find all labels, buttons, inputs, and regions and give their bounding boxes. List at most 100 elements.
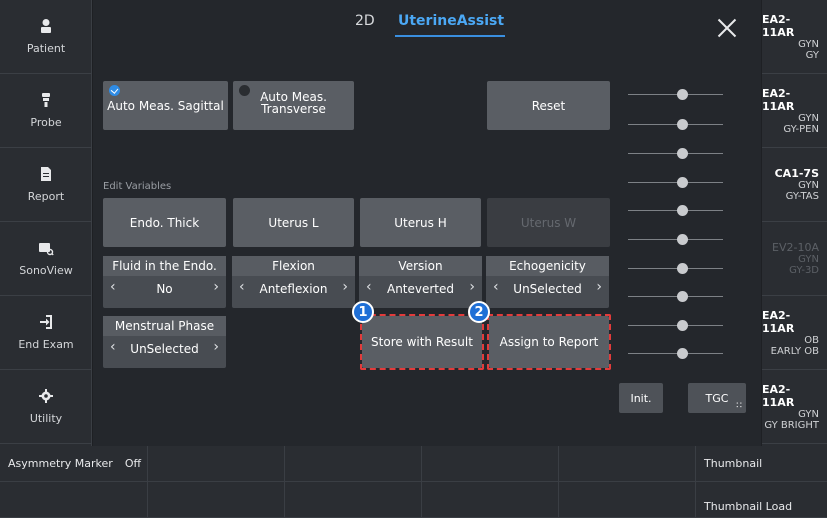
sidebar-item-label: Patient	[26, 42, 66, 55]
tgc-slider-knob[interactable]	[677, 89, 688, 100]
sidebar-item-sonoview[interactable]: SonoView	[0, 222, 92, 296]
softkey-empty[interactable]	[559, 482, 696, 518]
selector-title: Flexion	[232, 256, 355, 276]
tgc-slider-knob[interactable]	[677, 205, 688, 216]
active-tab-underline	[395, 35, 505, 37]
tgc-slider-knob[interactable]	[677, 291, 688, 302]
probe-app: GYN	[798, 38, 819, 50]
tgc-slider-knob[interactable]	[677, 263, 688, 274]
probe-name: CA1-7S	[774, 167, 819, 180]
softkey-empty[interactable]	[285, 482, 422, 518]
tgc-slider-track	[628, 124, 723, 125]
button-label: Init.	[630, 391, 652, 405]
uterus-h-button[interactable]: Uterus H	[360, 198, 481, 247]
probe-icon	[42, 93, 50, 107]
tgc-slider-track	[628, 153, 723, 154]
tgc-button[interactable]: TGC ∷	[688, 383, 746, 413]
checkbox-checked-icon	[109, 85, 120, 96]
probe-name: EA2-11AR	[762, 382, 795, 409]
sidebar-item-probe[interactable]: Probe	[0, 74, 92, 148]
tgc-slider-knob[interactable]	[677, 348, 688, 359]
tgc-slider-knob[interactable]	[677, 119, 688, 130]
asymmetry-marker-softkey[interactable]: Asymmetry Marker Off	[0, 446, 148, 482]
button-label: Auto Meas. Sagittal	[107, 98, 224, 113]
probe-preset: GY BRIGHT	[764, 419, 819, 431]
reset-button[interactable]: Reset	[487, 81, 610, 130]
probe-name: EA2-11AR	[762, 86, 795, 113]
tgc-slider-track	[628, 210, 723, 211]
tgc-slider-track	[628, 239, 723, 240]
probe-app: GYN	[798, 254, 819, 265]
selector-title: Fluid in the Endo.	[103, 256, 226, 276]
selector-value: Anteverted	[386, 282, 455, 296]
probe-preset-item[interactable]: EA2-11AR GYN GY	[762, 0, 827, 74]
softkey-empty[interactable]	[422, 446, 559, 482]
tab-2d[interactable]: 2D	[355, 13, 375, 29]
uterus-l-button[interactable]: Uterus L	[233, 198, 354, 247]
tgc-slider-knob[interactable]	[677, 320, 688, 331]
sidebar-item-report[interactable]: Report	[0, 148, 92, 222]
tgc-slider-knob[interactable]	[677, 177, 688, 188]
button-label: TGC	[705, 391, 729, 405]
probe-preset: GY-PEN	[783, 123, 819, 135]
probe-preset-item[interactable]: EA2-11AR GYN GY BRIGHT	[762, 370, 827, 444]
fluid-in-endo-selector[interactable]: Fluid in the Endo. ‹ No ›	[103, 256, 226, 308]
tab-uterine-assist[interactable]: UterineAssist	[398, 13, 504, 29]
init-button[interactable]: Init.	[619, 383, 663, 413]
softkey-label: Thumbnail Load	[704, 500, 793, 513]
tgc-slider-knob[interactable]	[677, 234, 688, 245]
probe-app: OB	[804, 334, 819, 346]
step-badge-1: 1	[352, 301, 374, 323]
menstrual-phase-selector[interactable]: Menstrual Phase ‹ UnSelected ›	[103, 316, 226, 368]
sidebar-item-end-exam[interactable]: End Exam	[0, 296, 92, 370]
selector-value: UnSelected	[130, 342, 199, 356]
highlight-frame	[487, 314, 611, 370]
sidebar-item-label: End Exam	[18, 338, 74, 351]
selector-title: Menstrual Phase	[103, 316, 226, 336]
sidebar-item-patient[interactable]: Patient	[0, 0, 92, 74]
chevron-right-icon[interactable]: ›	[469, 279, 475, 295]
title-bar: 2D UterineAssist	[93, 0, 761, 40]
softkey-empty[interactable]	[148, 482, 285, 518]
chevron-right-icon[interactable]: ›	[213, 339, 219, 355]
probe-name: EA2-11AR	[762, 12, 795, 39]
probe-preset-item[interactable]: CA1-7S GYN GY-TAS	[762, 148, 827, 222]
softkey-empty[interactable]	[0, 482, 148, 518]
probe-preset: GY-3D	[789, 265, 819, 276]
version-selector[interactable]: Version ‹ Anteverted ›	[359, 256, 482, 308]
sonoview-icon	[39, 243, 54, 256]
probe-preset: EARLY OB	[770, 345, 819, 357]
chevron-right-icon[interactable]: ›	[596, 279, 602, 295]
button-label: Reset	[531, 98, 566, 113]
echogenicity-selector[interactable]: Echogenicity ‹ UnSelected ›	[486, 256, 609, 308]
tgc-slider-track	[628, 325, 723, 326]
probe-preset-item[interactable]: EA2-11AR OB EARLY OB	[762, 296, 827, 370]
probe-preset-item[interactable]: EA2-11AR GYN GY-PEN	[762, 74, 827, 148]
selector-value: No	[156, 282, 173, 296]
thumbnail-load-softkey[interactable]: Thumbnail Load	[696, 482, 827, 518]
close-icon[interactable]	[717, 18, 737, 38]
tgc-slider-knob[interactable]	[677, 148, 688, 159]
probe-app: GYN	[798, 180, 819, 191]
softkey-value: Off	[124, 457, 142, 470]
flexion-selector[interactable]: Flexion ‹ Anteflexion ›	[232, 256, 355, 308]
softkey-empty[interactable]	[422, 482, 559, 518]
tgc-slider-track	[628, 268, 723, 269]
sidebar-item-label: Report	[27, 190, 65, 203]
endo-thick-button[interactable]: Endo. Thick	[103, 198, 226, 247]
sidebar-item-label: Probe	[30, 116, 62, 129]
auto-meas-transverse-button[interactable]: Auto Meas. Transverse	[233, 81, 354, 130]
probe-app: GYN	[798, 408, 819, 420]
auto-meas-sagittal-button[interactable]: Auto Meas. Sagittal	[103, 81, 228, 130]
thumbnail-softkey[interactable]: Thumbnail	[696, 446, 827, 482]
chevron-right-icon[interactable]: ›	[342, 279, 348, 295]
uterine-assist-panel: 2D UterineAssist Auto Meas. Sagittal Aut…	[93, 0, 761, 446]
softkey-empty[interactable]	[148, 446, 285, 482]
sidebar-item-utility[interactable]: Utility	[0, 370, 92, 444]
softkey-empty[interactable]	[559, 446, 696, 482]
button-label: Transverse	[261, 101, 326, 116]
softkey-empty[interactable]	[285, 446, 422, 482]
button-label: Uterus W	[520, 215, 577, 230]
button-label: Endo. Thick	[129, 215, 200, 230]
chevron-right-icon[interactable]: ›	[213, 279, 219, 295]
